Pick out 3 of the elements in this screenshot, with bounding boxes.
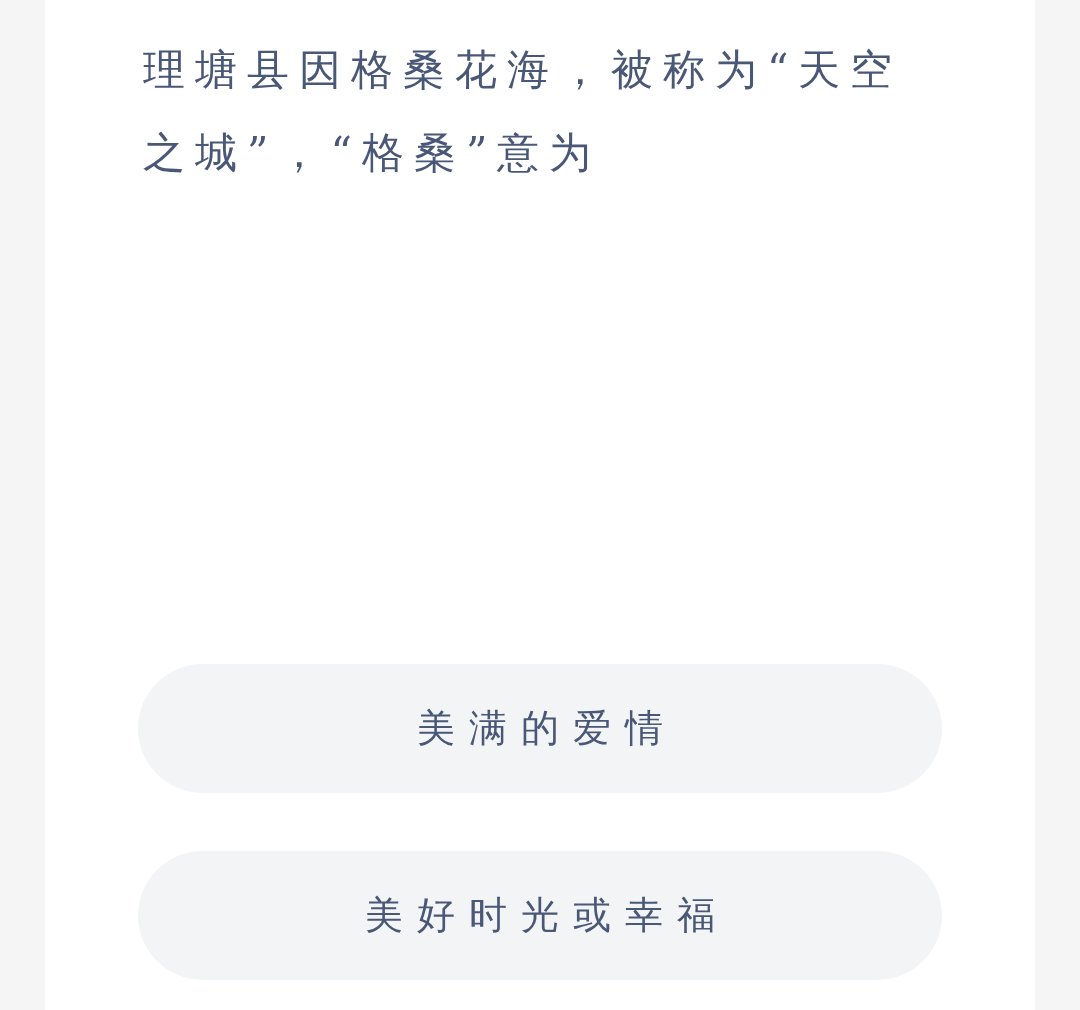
answer-option[interactable]: 美满的爱情 (138, 664, 942, 793)
question-text: 理塘县因格桑花海，被称为“天空之城”，“格桑”意为 (143, 44, 904, 179)
answer-option[interactable]: 美好时光或幸福 (138, 851, 942, 980)
